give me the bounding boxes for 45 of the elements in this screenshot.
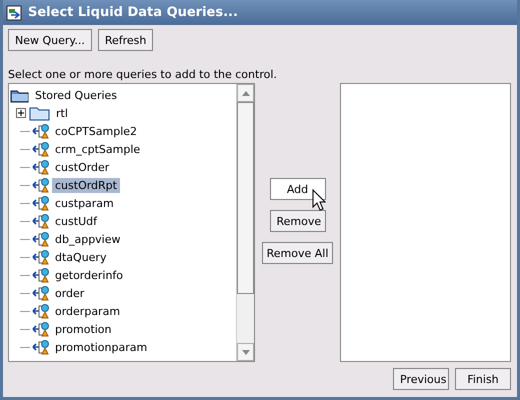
query-icon xyxy=(32,267,50,283)
transfer-button[interactable]: Remove xyxy=(270,210,326,232)
tree-item[interactable]: coCPTSample2 xyxy=(52,124,140,138)
tree-item[interactable]: dtaQuery xyxy=(52,250,110,264)
query-icon xyxy=(32,195,50,211)
query-icon xyxy=(32,123,50,139)
transfer-button[interactable]: Remove All xyxy=(262,242,334,264)
query-icon xyxy=(32,231,50,247)
expand-icon[interactable] xyxy=(16,108,26,118)
tree-item[interactable]: getorderinfo xyxy=(52,268,126,282)
tree-item[interactable]: custUdf xyxy=(52,214,100,228)
folder-icon xyxy=(29,105,51,121)
tree-item[interactable]: promotionparam xyxy=(52,340,150,354)
query-icon xyxy=(32,159,50,175)
query-icon xyxy=(32,249,50,265)
tree-item[interactable]: db_appview xyxy=(52,232,124,246)
window-icon xyxy=(6,4,22,20)
transfer-button[interactable]: Add xyxy=(270,178,326,200)
scroll-up-icon[interactable] xyxy=(242,90,250,96)
tree-item[interactable]: custOrdRpt xyxy=(52,178,120,192)
query-icon xyxy=(32,213,50,229)
tree-item[interactable]: Stored Queries xyxy=(32,88,120,102)
toolbar-button[interactable]: Refresh xyxy=(98,29,154,51)
query-icon xyxy=(32,303,50,319)
scrollbar[interactable] xyxy=(236,84,254,361)
query-icon xyxy=(32,321,50,337)
footer-button[interactable]: Previous xyxy=(393,368,449,390)
tree-item[interactable]: custOrder xyxy=(52,160,112,174)
footer-button[interactable]: Finish xyxy=(455,368,511,390)
scroll-thumb[interactable] xyxy=(237,102,254,294)
query-icon xyxy=(32,339,50,355)
tree-item[interactable]: custparam xyxy=(52,196,117,210)
tree-item[interactable]: orderparam xyxy=(52,304,124,318)
tree-item[interactable]: order xyxy=(52,286,88,300)
query-icon xyxy=(32,141,50,157)
tree-item[interactable]: promotion xyxy=(52,322,115,336)
query-icon xyxy=(32,177,50,193)
pointer-cursor-icon xyxy=(312,189,326,211)
toolbar-button[interactable]: New Query... xyxy=(8,29,92,51)
window-title: Select Liquid Data Queries... xyxy=(28,5,238,20)
scroll-down-icon[interactable] xyxy=(242,350,250,354)
tree-item[interactable]: crm_cptSample xyxy=(52,142,144,156)
instruction-text: Select one or more queries to add to the control. xyxy=(8,68,278,82)
tree-item[interactable]: rtl xyxy=(53,106,71,120)
query-icon xyxy=(32,285,50,301)
